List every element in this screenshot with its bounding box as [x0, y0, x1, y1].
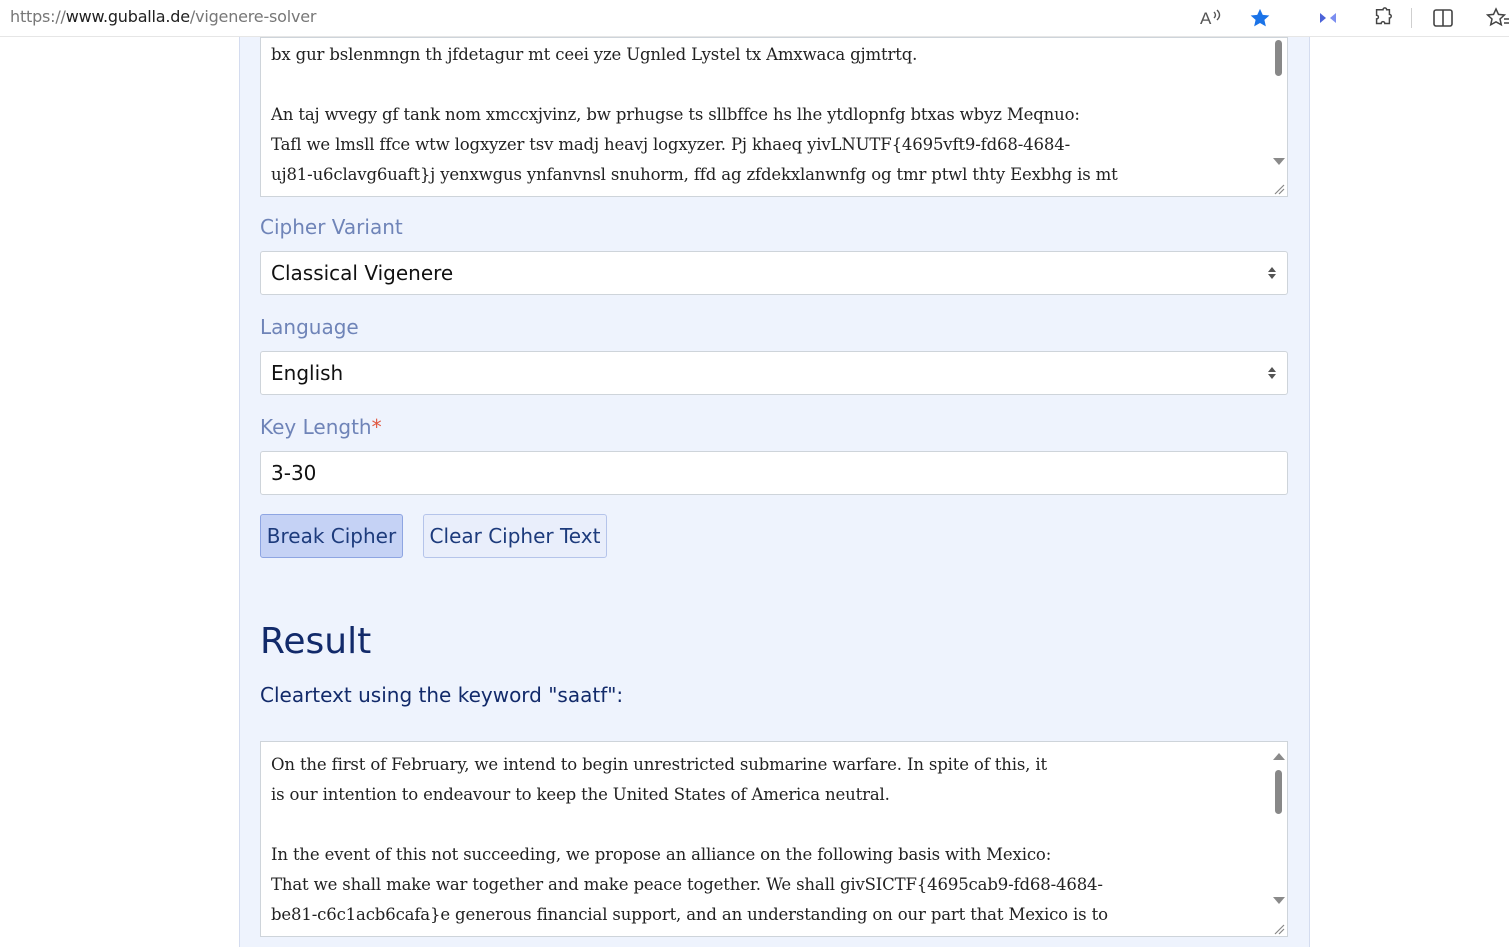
cipher-scrollbar[interactable] — [1270, 38, 1286, 196]
cleartext-line: That we shall make war together and make… — [271, 875, 1103, 894]
url-path: /vigenere-solver — [189, 7, 317, 26]
cipher-line: An taj wvegy gf tank nom xmccxjvinz, bw … — [271, 105, 1080, 124]
cipher-text-area[interactable]: bx gur bslenmngn th jfdetagur mt ceei yz… — [260, 37, 1288, 197]
puzzle-icon[interactable] — [1369, 4, 1397, 32]
resize-handle-icon[interactable] — [1272, 921, 1286, 935]
key-length-input[interactable]: 3-30 — [260, 451, 1288, 495]
toolbar-separator — [1411, 8, 1412, 28]
solver-panel: bx gur bslenmngn th jfdetagur mt ceei yz… — [239, 37, 1310, 947]
cipher-line: uj81-u6clavg6uaft}j yenxwgus ynfanvnsl s… — [271, 165, 1118, 184]
language-label: Language — [260, 315, 359, 339]
required-marker: * — [371, 415, 382, 439]
cipher-variant-value: Classical Vigenere — [271, 261, 454, 285]
clear-cipher-text-button[interactable]: Clear Cipher Text — [423, 514, 607, 558]
favorites-icon[interactable] — [1484, 4, 1509, 32]
cleartext-scrollbar[interactable] — [1270, 742, 1286, 936]
key-length-label: Key Length* — [260, 415, 382, 439]
cleartext-line: is our intention to endeavour to keep th… — [271, 785, 890, 804]
read-aloud-icon[interactable]: A — [1197, 4, 1225, 32]
favorite-star-icon[interactable] — [1246, 4, 1274, 32]
key-length-label-text: Key Length — [260, 415, 372, 439]
url-host: www.guballa.de — [65, 7, 190, 26]
cipher-variant-label: Cipher Variant — [260, 215, 403, 239]
url-scheme: https:// — [10, 7, 66, 26]
cleartext-line: be81-c6c1acb6cafa}e generous financial s… — [271, 905, 1108, 924]
break-cipher-button[interactable]: Break Cipher — [260, 514, 403, 558]
scroll-down-arrow-icon[interactable] — [1273, 897, 1285, 904]
cipher-line: Tafl we lmsll ffce wtw logxyzer tsv madj… — [271, 135, 1070, 154]
key-length-value: 3-30 — [271, 461, 317, 485]
cleartext-line: On the first of February, we intend to b… — [271, 755, 1047, 774]
result-keyword-caption: Cleartext using the keyword "saatf": — [260, 683, 624, 707]
scroll-up-arrow-icon[interactable] — [1273, 753, 1285, 760]
select-caret-icon — [1268, 267, 1276, 279]
browser-address-bar: https://www.guballa.de/vigenere-solver A — [0, 0, 1509, 37]
extension-icon[interactable] — [1314, 4, 1342, 32]
cipher-variant-select[interactable]: Classical Vigenere — [260, 251, 1288, 295]
select-caret-icon — [1268, 367, 1276, 379]
result-heading: Result — [260, 621, 372, 662]
cleartext-area[interactable]: On the first of February, we intend to b… — [260, 741, 1288, 937]
scrollbar-thumb[interactable] — [1275, 40, 1282, 76]
resize-handle-icon[interactable] — [1272, 181, 1286, 195]
cipher-line: bx gur bslenmngn th jfdetagur mt ceei yz… — [271, 45, 918, 64]
url-field[interactable]: https://www.guballa.de/vigenere-solver — [10, 7, 316, 26]
cleartext-line: In the event of this not succeeding, we … — [271, 845, 1052, 864]
scroll-down-arrow-icon[interactable] — [1273, 158, 1285, 165]
scrollbar-thumb[interactable] — [1275, 770, 1282, 814]
split-screen-icon[interactable] — [1429, 4, 1457, 32]
language-value: English — [271, 361, 344, 385]
svg-text:A: A — [1200, 9, 1212, 28]
language-select[interactable]: English — [260, 351, 1288, 395]
